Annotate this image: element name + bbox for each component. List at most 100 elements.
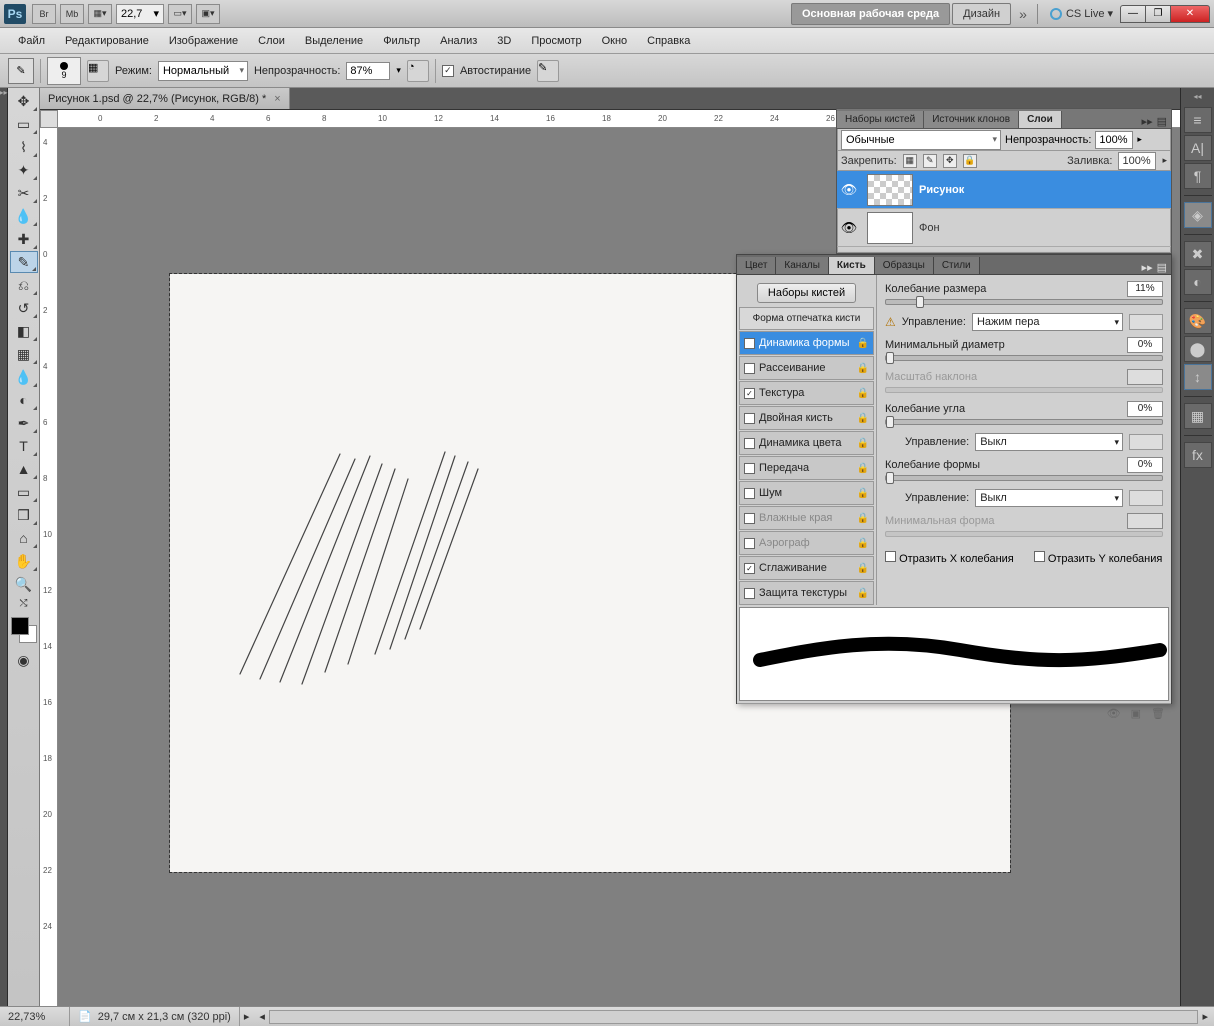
collapse-panel-icon[interactable]: ▸▸ [1142,115,1153,128]
layer-row[interactable]: 👁 Фон [837,209,1171,247]
pencil-tool[interactable]: ✎ [10,251,38,273]
workspace-essentials[interactable]: Основная рабочая среда [791,3,950,25]
gradient-tool[interactable]: ▦ [10,343,38,365]
lock-icon[interactable]: 🔒 [857,338,869,349]
left-dock-strip[interactable]: ▸▸ [0,88,8,1006]
flip-x-checkbox[interactable]: Отразить X колебания [885,551,1014,565]
close-tab-icon[interactable]: × [274,93,280,105]
lock-icon[interactable]: 🔒 [857,438,869,449]
opacity-field[interactable]: 87% [346,62,390,80]
min-diameter-slider[interactable] [885,355,1163,361]
new-brush-icon[interactable]: ▣ [1131,707,1141,720]
masks-panel-icon[interactable]: ◐ [1184,269,1212,295]
lock-icon[interactable]: 🔒 [857,413,869,424]
status-menu-arrow[interactable]: ▸ [240,1010,254,1023]
color-dynamics[interactable]: Динамика цвета🔒 [739,431,874,455]
blur-tool[interactable]: 💧 [10,366,38,388]
menu-view[interactable]: Просмотр [521,31,591,51]
layers-panel-icon[interactable]: ◈ [1184,202,1212,228]
close-button[interactable]: ✕ [1170,5,1210,23]
eyedropper-tool[interactable]: 💧 [10,205,38,227]
color-panel-icon[interactable]: 🎨 [1184,308,1212,334]
angle-jitter-value[interactable]: 0% [1127,401,1163,417]
collapse-dock-icon[interactable]: ◂◂ [1193,92,1201,101]
lock-icon[interactable]: 🔒 [857,463,869,474]
cslive-menu[interactable]: CS Live▾ [1050,7,1113,20]
menu-edit[interactable]: Редактирование [55,31,159,51]
pen-tool[interactable]: ✒ [10,412,38,434]
brush-panel-toggle[interactable]: ▦ [87,60,109,82]
hand-tool[interactable]: ✋ [10,550,38,572]
scattering[interactable]: Рассеивание🔒 [739,356,874,380]
pencil-tool-icon[interactable]: ✎ [8,58,34,84]
size-jitter-value[interactable]: 11% [1127,281,1163,297]
shape-dynamics[interactable]: ✓Динамика формы🔒 [739,331,874,355]
toggle-preview-icon[interactable]: 👁 [1107,707,1121,720]
min-diameter-value[interactable]: 0% [1127,337,1163,353]
control-dropdown-1[interactable]: Нажим пера [972,313,1123,331]
menu-help[interactable]: Справка [637,31,700,51]
visibility-toggle[interactable]: 👁 [837,182,861,198]
angle-jitter-slider[interactable] [885,419,1163,425]
menu-select[interactable]: Выделение [295,31,373,51]
lock-icon[interactable]: 🔒 [857,388,869,399]
pressure-size-icon[interactable]: ✎ [537,60,559,82]
lock-icon[interactable]: 🔒 [857,363,869,374]
bridge-button[interactable]: Br [32,4,56,24]
tab-clone-source[interactable]: Источник клонов [924,111,1019,128]
menu-layer[interactable]: Слои [248,31,295,51]
brush-preset-picker[interactable]: 9 [47,57,81,85]
dodge-tool[interactable]: ◐ [10,389,38,411]
vertical-ruler[interactable]: 42024681012141618202224 [40,128,58,1006]
document-tab[interactable]: Рисунок 1.psd @ 22,7% (Рисунок, RGB/8) *… [40,88,290,109]
type-tool[interactable]: T [10,435,38,457]
zoom-field[interactable]: 22,7▾ [116,4,164,24]
tab-brush-presets[interactable]: Наборы кистей [837,111,924,128]
trash-icon[interactable]: 🗑 [1151,707,1165,720]
flip-y-checkbox[interactable]: Отразить Y колебания [1034,551,1163,565]
eraser-tool[interactable]: ◧ [10,320,38,342]
menu-3d[interactable]: 3D [487,31,521,51]
menu-filter[interactable]: Фильтр [373,31,430,51]
3d-tool[interactable]: ❒ [10,504,38,526]
screen-mode-button[interactable]: ▣▾ [196,4,220,24]
scroll-right-arrow[interactable]: ▸ [1202,1010,1214,1023]
crop-tool[interactable]: ✂ [10,182,38,204]
ruler-origin[interactable] [40,110,58,128]
menu-file[interactable]: Файл [8,31,55,51]
status-zoom[interactable]: 22,73% [0,1007,70,1026]
adjustments-panel-icon[interactable]: ✖ [1184,241,1212,267]
lock-transparency-icon[interactable]: ▦ [903,154,917,168]
swap-colors-icon[interactable]: ⤭ [10,596,38,610]
panel-menu-icon[interactable]: ▤ [1157,115,1167,128]
workspace-design[interactable]: Дизайн [952,3,1011,25]
character-panel-icon[interactable]: A| [1184,135,1212,161]
styles-panel-icon[interactable]: fx [1184,442,1212,468]
control-dropdown-3[interactable]: Выкл [975,489,1123,507]
tab-color[interactable]: Цвет [737,257,776,274]
fill-field[interactable]: 100% [1118,152,1156,170]
maximize-button[interactable]: ❐ [1145,5,1171,23]
layer-name[interactable]: Фон [919,222,1171,234]
tab-swatches[interactable]: Образцы [875,257,934,274]
layer-thumbnail[interactable] [867,174,913,206]
tab-layers[interactable]: Слои [1019,111,1062,128]
noise[interactable]: Шум🔒 [739,481,874,505]
tab-styles[interactable]: Стили [934,257,980,274]
lock-icon[interactable]: 🔒 [857,488,869,499]
paragraph-panel-icon[interactable]: ¶ [1184,163,1212,189]
path-select-tool[interactable]: ▲ [10,458,38,480]
roundness-jitter-slider[interactable] [885,475,1163,481]
brush-panel-icon[interactable]: ↕ [1184,364,1212,390]
healing-tool[interactable]: ✚ [10,228,38,250]
tab-brush[interactable]: Кисть [829,257,875,274]
view-extras-button[interactable]: ▦▾ [88,4,112,24]
status-doc-info[interactable]: 📄29,7 см x 21,3 см (320 ppi) [70,1007,240,1026]
3d-camera-tool[interactable]: ⌂ [10,527,38,549]
blend-mode-dropdown[interactable]: Нормальный [158,61,248,81]
visibility-toggle[interactable]: 👁 [837,220,861,236]
layer-name[interactable]: Рисунок [919,184,1171,196]
pressure-opacity-icon[interactable]: ◔ [407,60,429,82]
size-jitter-slider[interactable] [885,299,1163,305]
menu-image[interactable]: Изображение [159,31,248,51]
